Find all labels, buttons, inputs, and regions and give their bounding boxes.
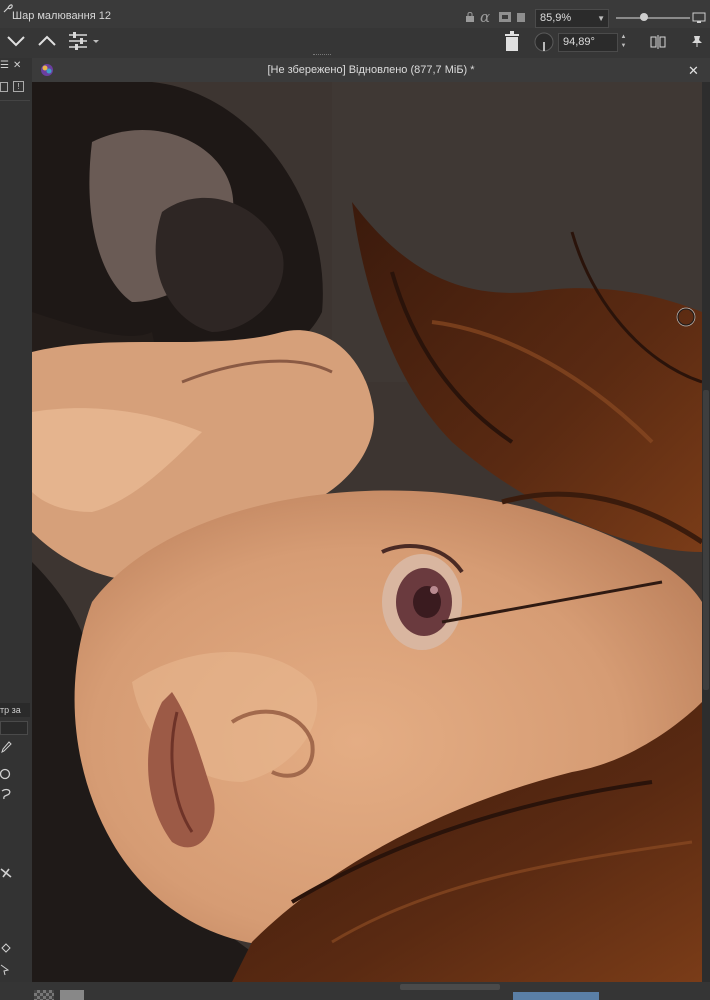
close-icon[interactable]: ✕ bbox=[688, 63, 699, 79]
docker-info-icon[interactable]: ! bbox=[13, 81, 24, 92]
chevron-up-icon[interactable] bbox=[37, 33, 57, 49]
horizontal-scroll-thumb[interactable] bbox=[400, 984, 500, 990]
docker-float-icon[interactable] bbox=[0, 82, 8, 92]
color-swatch-icon[interactable] bbox=[34, 990, 54, 1000]
left-docker bbox=[0, 58, 32, 1000]
vertical-scroll-thumb[interactable] bbox=[703, 390, 709, 690]
select-tool-icon[interactable] bbox=[0, 963, 12, 977]
brush-filter-input[interactable] bbox=[0, 721, 28, 735]
lasso-tool-icon[interactable] bbox=[0, 788, 12, 802]
trash-icon[interactable] bbox=[502, 30, 522, 52]
fill-tool-icon[interactable] bbox=[0, 941, 12, 955]
chevron-down-icon: ▼ bbox=[597, 14, 605, 23]
painting bbox=[32, 82, 702, 982]
zoom-select[interactable]: 85,9% ▼ bbox=[535, 9, 609, 28]
canvas-only-icon[interactable] bbox=[692, 12, 706, 24]
wrap-icon[interactable] bbox=[498, 10, 516, 24]
zoom-value: 85,9% bbox=[540, 12, 572, 24]
progress-bar bbox=[513, 992, 599, 1000]
mirror-icon[interactable] bbox=[650, 35, 666, 49]
alpha-lock-icon[interactable]: α bbox=[480, 8, 490, 26]
pen-tool-icon[interactable] bbox=[0, 740, 12, 754]
docker-menu-icon[interactable]: ☰ bbox=[0, 60, 9, 71]
layer-extra-icon[interactable] bbox=[517, 13, 525, 22]
docker-separator bbox=[0, 100, 30, 101]
brush-filter-field[interactable]: тр за bbox=[0, 703, 30, 717]
pin-icon[interactable] bbox=[690, 34, 704, 48]
zoom-slider-handle[interactable] bbox=[640, 13, 648, 21]
layer-name: Шар малювання 12 bbox=[12, 10, 111, 22]
close-icon[interactable]: ✕ bbox=[13, 60, 21, 71]
rotation-field[interactable]: 94,89° bbox=[558, 33, 618, 52]
sliders-icon[interactable] bbox=[67, 31, 101, 51]
rotation-spinner[interactable]: ▲ ▼ bbox=[619, 33, 628, 52]
zoom-slider[interactable] bbox=[616, 17, 690, 19]
gradient-tool-icon[interactable] bbox=[0, 866, 12, 880]
color-swatch-icon[interactable] bbox=[60, 990, 84, 1000]
document-tab[interactable]: [Не збережено] Відновлено (877,7 МіБ) * … bbox=[32, 58, 710, 83]
chevron-down-icon[interactable] bbox=[6, 33, 26, 49]
rotation-dial-icon[interactable] bbox=[533, 31, 555, 53]
lock-icon[interactable] bbox=[464, 11, 476, 23]
document-title: [Не збережено] Відновлено (877,7 МіБ) * bbox=[267, 64, 475, 76]
rotation-value: 94,89° bbox=[563, 36, 595, 48]
bottom-status-bar bbox=[0, 982, 710, 1000]
canvas[interactable] bbox=[32, 82, 702, 982]
ellipse-tool-icon[interactable] bbox=[0, 767, 12, 781]
